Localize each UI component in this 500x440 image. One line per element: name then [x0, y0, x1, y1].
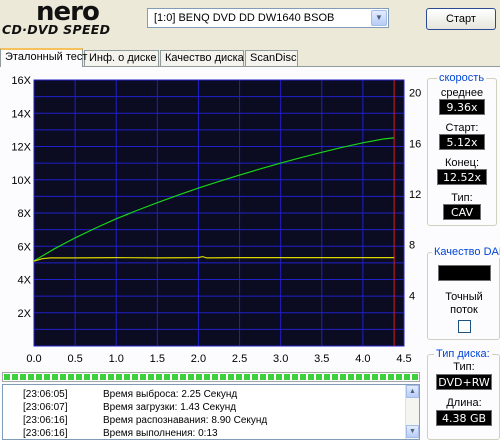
x-tick-label: 0.0 — [26, 353, 41, 365]
progress-fill — [4, 374, 418, 380]
speed-type-value: CAV — [443, 204, 481, 220]
y-left-tick-label: 2X — [18, 308, 32, 320]
y-left-tick-label: 14X — [11, 108, 31, 120]
log-scrollbar[interactable]: ▲ ▼ — [405, 385, 419, 439]
dae-group: Качество DAE Точный поток — [427, 246, 500, 340]
scroll-up-icon[interactable]: ▲ — [406, 385, 419, 398]
y-right-tick-label: 4 — [409, 290, 415, 302]
x-tick-label: 2.0 — [191, 353, 206, 365]
log-message: Время загрузки: 1.43 Секунд — [103, 402, 237, 413]
accurate-stream-label-1: Точный — [445, 291, 483, 303]
x-tick-label: 2.5 — [232, 353, 247, 365]
x-tick-label: 3.5 — [314, 353, 329, 365]
progress-bar — [2, 372, 420, 382]
log-row: [23:06:16] Время распознавания: 8.90 Сек… — [3, 415, 403, 427]
scroll-down-icon[interactable]: ▼ — [406, 425, 419, 438]
tab-bar: Эталонный тест Инф. о диске Качество дис… — [0, 48, 500, 67]
drive-select-value: [1:0] BENQ DVD DD DW1640 BSOB — [154, 12, 335, 24]
benchmark-chart: 16X 14X 12X 10X 8X 6X 4X 2X 20 16 12 8 4 0.0 0.5 1.0 1.5… — [11, 75, 421, 365]
accurate-stream-label-2: поток — [450, 304, 478, 316]
log-row: [23:06:16] Время выполнения: 0:13 — [3, 428, 403, 439]
log-row: [23:06:05] Время выброса: 2.25 Секунд — [3, 389, 403, 401]
speed-group-title: скорость — [437, 72, 487, 84]
y-right-tick-label: 16 — [409, 138, 421, 150]
disc-type-label: Тип: — [453, 361, 475, 373]
disc-length-value: 4.38 GB — [436, 410, 492, 426]
y-left-tick-label: 6X — [18, 241, 32, 253]
speed-group: скорость среднее 9.36x Старт: 5.12x Коне… — [427, 72, 497, 226]
y-left-tick-label: 8X — [18, 208, 32, 220]
disc-type-value: DVD+RW — [436, 374, 492, 390]
log-panel: [23:06:05] Время выброса: 2.25 Секунд [2… — [2, 384, 420, 440]
log-message: Время распознавания: 8.90 Секунд — [103, 415, 268, 426]
chevron-down-icon[interactable]: ▼ — [371, 10, 387, 26]
log-time: [23:06:05] — [23, 389, 68, 400]
y-right-tick-label: 8 — [409, 240, 415, 252]
average-speed-value: 9.36x — [439, 99, 485, 115]
y-left-tick-label: 10X — [11, 175, 31, 187]
x-tick-label: 0.5 — [67, 353, 82, 365]
dae-group-title: Качество DAE — [432, 246, 500, 258]
y-left-tick-label: 4X — [18, 275, 32, 287]
x-tick-label: 3.0 — [273, 353, 288, 365]
app-header: nero CD·DVD SPEED [1:0] BENQ DVD DD DW16… — [0, 0, 500, 40]
y-left-tick-label: 16X — [11, 75, 31, 87]
y-right-tick-label: 12 — [409, 189, 421, 201]
log-message: Время выброса: 2.25 Секунд — [103, 389, 238, 400]
tab-benchmark[interactable]: Эталонный тест — [0, 48, 87, 67]
tab-disc-info[interactable]: Инф. о диске — [84, 50, 159, 66]
y-right-tick-label: 20 — [409, 88, 421, 100]
disc-length-label: Длина: — [446, 397, 482, 409]
x-tick-label: 4.5 — [396, 353, 411, 365]
tab-scandisc[interactable]: ScanDisc — [245, 50, 298, 66]
log-time: [23:06:16] — [23, 428, 68, 439]
start-button[interactable]: Старт — [426, 8, 496, 30]
log-message: Время выполнения: 0:13 — [103, 428, 218, 439]
cd-dvd-speed-logo: CD·DVD SPEED — [2, 22, 111, 37]
dae-quality-value — [438, 265, 491, 281]
end-speed-label: Конец: — [444, 157, 480, 169]
y-left-tick-label: 12X — [11, 142, 31, 154]
disc-type-group-title: Тип диска: — [434, 348, 492, 360]
speed-type-label: Тип: — [451, 192, 473, 204]
disc-type-group: Тип диска: Тип: DVD+RW Длина: 4.38 GB — [427, 348, 500, 440]
log-row: [23:06:07] Время загрузки: 1.43 Секунд — [3, 402, 403, 414]
end-speed-value: 12.52x — [437, 169, 487, 185]
average-label: среднее — [440, 87, 484, 99]
log-time: [23:06:16] — [23, 415, 68, 426]
log-time: [23:06:07] — [23, 402, 68, 413]
accurate-stream-checkbox[interactable] — [458, 320, 471, 333]
start-speed-value: 5.12x — [439, 134, 485, 150]
x-tick-label: 1.5 — [150, 353, 165, 365]
drive-select[interactable]: [1:0] BENQ DVD DD DW1640 BSOB ▼ — [147, 8, 389, 28]
tab-disc-quality[interactable]: Качество диска — [160, 50, 244, 66]
x-tick-label: 1.0 — [109, 353, 124, 365]
x-tick-label: 4.0 — [355, 353, 370, 365]
start-speed-label: Старт: — [445, 122, 479, 134]
